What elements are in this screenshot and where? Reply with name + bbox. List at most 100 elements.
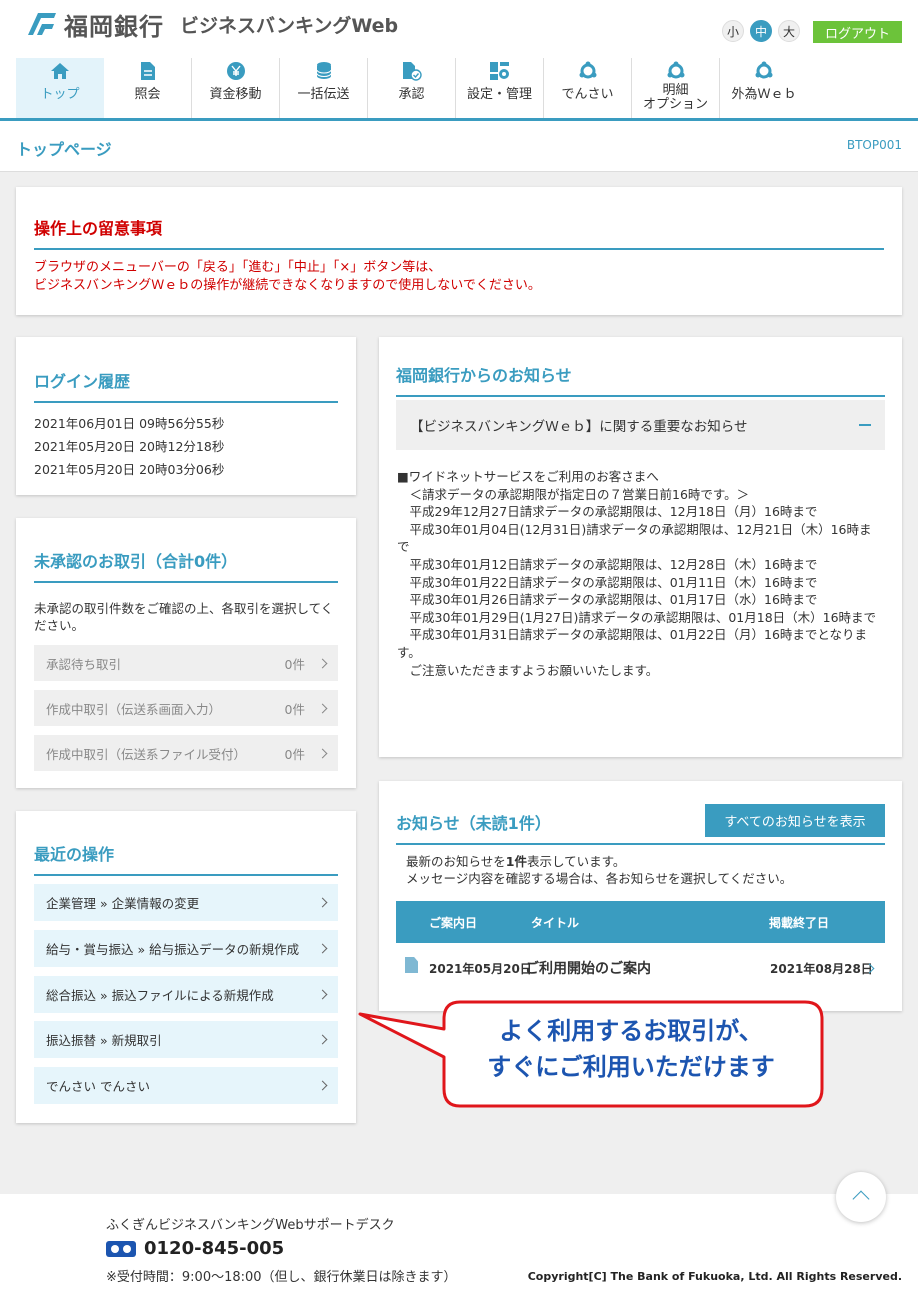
bank-news-panel: 福岡銀行からのお知らせ 【ビジネスバンキングＷｅｂ】に関する重要なお知らせ ■ワ… <box>379 337 902 757</box>
copyright: Copyright[C] The Bank of Fukuoka, Ltd. A… <box>527 1270 902 1283</box>
document-icon <box>137 60 159 82</box>
collapse-icon <box>859 424 871 426</box>
pending-row-screen-input[interactable]: 作成中取引（伝送系画面入力） 0件 <box>34 690 338 726</box>
recent-item[interactable]: 総合振込 » 振込ファイルによる新規作成 <box>34 976 338 1013</box>
pending-row-count: 0件 <box>284 746 305 762</box>
settings-icon <box>489 60 511 82</box>
news-line: 平成29年12月27日請求データの承認期限は、12月18日（月）16時まで <box>397 504 818 520</box>
bank-news-title: 福岡銀行からのお知らせ <box>396 362 885 397</box>
nav-inquiry[interactable]: 照会 <box>104 58 192 118</box>
font-size-switcher: 小 中 大 <box>722 20 800 42</box>
recent-item[interactable]: 企業管理 » 企業情報の変更 <box>34 884 338 921</box>
pending-row-count: 0件 <box>284 656 305 672</box>
logout-button[interactable]: ログアウト <box>813 21 902 43</box>
notice-line: ビジネスバンキングＷｅｂの操作が継続できなくなりますので使用しないでください。 <box>34 278 541 293</box>
bank-logo-icon <box>28 13 56 35</box>
chevron-right-icon <box>317 748 328 758</box>
nav-densai[interactable]: でんさい <box>544 58 632 118</box>
chevron-right-icon <box>317 897 328 908</box>
home-icon <box>49 60 71 82</box>
forex-icon <box>753 60 775 82</box>
service-name: ビジネスバンキングWeb <box>180 14 399 37</box>
recent-item-label: 企業管理 » 企業情報の変更 <box>46 896 200 911</box>
chevron-right-icon <box>317 943 328 954</box>
news-line: ■ワイドネットサービスをご利用のお客さまへ <box>397 469 659 484</box>
freedial-icon <box>106 1240 136 1257</box>
nav-label: トップ <box>40 87 80 102</box>
news-body: ■ワイドネットサービスをご利用のお客さまへ ＜請求データの承認期限が指定日の７営… <box>397 468 882 679</box>
pending-description: 未承認の取引件数をご確認の上、各取引を選択してください。 <box>34 601 334 633</box>
statement-icon <box>665 60 687 82</box>
support-phone: 0120-845-005 <box>106 1238 284 1259</box>
chevron-right-icon <box>317 989 328 1000</box>
recent-item-label: 振込振替 » 新規取引 <box>46 1033 162 1048</box>
nav-label: 照会 <box>134 87 161 102</box>
nav-label: 承認 <box>398 87 425 102</box>
notice-title-link[interactable]: ご利用開始のご案内 <box>525 958 651 978</box>
news-line: 平成30年01月26日請求データの承認期限は、01月17日（水）16時まで <box>397 592 818 608</box>
header: 福岡銀行 ビジネスバンキングWeb 小 中 大 ログアウト トップ 照会 資金移… <box>0 0 918 121</box>
nav-forex[interactable]: 外為Ｗｅｂ <box>720 58 808 118</box>
chevron-right-icon <box>317 658 328 668</box>
recent-item[interactable]: 給与・賞与振込 » 給与振込データの新規作成 <box>34 930 338 967</box>
news-line: ＜請求データの承認期限が指定日の７営業日前16時です。＞ <box>397 486 750 502</box>
font-size-medium-button[interactable]: 中 <box>750 20 772 42</box>
list-item: 2021年05月20日 20時03分06秒 <box>34 462 225 477</box>
show-all-notifications-button[interactable]: すべてのお知らせを表示 <box>705 804 885 837</box>
pending-row-label: 承認待ち取引 <box>46 656 122 672</box>
page-title-bar: トップページ BTOP001 <box>0 121 918 172</box>
pending-row-label: 作成中取引（伝送系画面入力） <box>46 701 222 717</box>
news-line: 平成30年01月29日(1月27日)請求データの承認期限は、01月18日（木）1… <box>397 609 877 625</box>
back-to-top-button[interactable] <box>836 1172 886 1222</box>
desc-text: 表示しています。 <box>526 854 626 869</box>
recent-item[interactable]: でんさい でんさい <box>34 1067 338 1104</box>
pending-row-file-receipt[interactable]: 作成中取引（伝送系ファイル受付） 0件 <box>34 735 338 771</box>
global-nav: トップ 照会 資金移動 一括伝送 承認 設定・管理 でんさい 明細 オプション … <box>16 58 808 118</box>
recent-title: 最近の操作 <box>34 841 338 876</box>
bank-logo[interactable]: 福岡銀行 ビジネスバンキングWeb <box>24 8 399 41</box>
news-line: 平成30年01月04日(12月31日)請求データの承認期限は、12月21日（木）… <box>397 521 872 555</box>
column-header-end-date: 掲載終了日 <box>769 916 830 930</box>
desc-count: 1件 <box>505 854 527 869</box>
chevron-right-icon <box>317 1080 328 1091</box>
document-icon <box>405 957 418 973</box>
recent-item[interactable]: 振込振替 » 新規取引 <box>34 1021 338 1058</box>
list-item: 2021年05月20日 20時12分18秒 <box>34 439 225 454</box>
nav-label: 明細 オプション <box>642 83 708 112</box>
page-code: BTOP001 <box>846 138 902 152</box>
notice-title: 操作上の留意事項 <box>34 215 884 250</box>
news-accordion-header[interactable]: 【ビジネスバンキングＷｅｂ】に関する重要なお知らせ <box>396 400 885 450</box>
database-icon <box>313 60 335 82</box>
pending-title: 未承認のお取引（合計0件） <box>34 548 338 583</box>
nav-settings[interactable]: 設定・管理 <box>456 58 544 118</box>
nav-transfer[interactable]: 資金移動 <box>192 58 280 118</box>
font-size-large-button[interactable]: 大 <box>778 20 800 42</box>
nav-statement-option[interactable]: 明細 オプション <box>632 58 720 118</box>
callout-text: よく利用するお取引が、 すぐにご利用いただけます <box>446 1013 816 1085</box>
column-header-title: タイトル <box>531 916 580 930</box>
font-size-small-button[interactable]: 小 <box>722 20 744 42</box>
pending-row-count: 0件 <box>284 701 305 717</box>
nav-bulk[interactable]: 一括伝送 <box>280 58 368 118</box>
nav-top[interactable]: トップ <box>16 58 104 118</box>
column-header-date: ご案内日 <box>429 916 478 930</box>
nav-approval[interactable]: 承認 <box>368 58 456 118</box>
pending-row-awaiting-approval[interactable]: 承認待ち取引 0件 <box>34 645 338 681</box>
notice-line: ブラウザのメニューバーの「戻る」「進む」「中止」「×」ボタン等は、 <box>34 260 442 275</box>
notifications-panel: お知らせ（未読1件） すべてのお知らせを表示 最新のお知らせを1件表示しています… <box>379 781 902 1011</box>
notice-end-date: 2021年08月28日 <box>770 962 873 976</box>
table-row[interactable]: 2021年05月20日 ご利用開始のご案内 2021年08月28日 <box>396 946 885 988</box>
notice-date: 2021年05月20日 <box>429 962 532 976</box>
news-line: 平成30年01月22日請求データの承認期限は、01月11日（木）16時まで <box>397 574 818 590</box>
densai-icon <box>577 60 599 82</box>
yen-transfer-icon <box>225 60 247 82</box>
page-title: トップページ <box>16 140 112 159</box>
desc-text: 最新のお知らせを <box>406 854 506 869</box>
list-item: 2021年06月01日 09時56分55秒 <box>34 416 225 431</box>
notifications-count-line: 最新のお知らせを1件表示しています。 <box>406 853 792 870</box>
notice-text: ブラウザのメニューバーの「戻る」「進む」「中止」「×」ボタン等は、 ビジネスバン… <box>34 259 541 295</box>
news-headline: 【ビジネスバンキングＷｅｂ】に関する重要なお知らせ <box>410 419 748 435</box>
notifications-hint-line: メッセージ内容を確認する場合は、各お知らせを選択してください。 <box>406 871 793 886</box>
operation-notice-panel: 操作上の留意事項 ブラウザのメニューバーの「戻る」「進む」「中止」「×」ボタン等… <box>16 187 902 315</box>
support-hours: ※受付時間：9:00～18:00（但し、銀行休業日は除きます） <box>106 1270 457 1285</box>
